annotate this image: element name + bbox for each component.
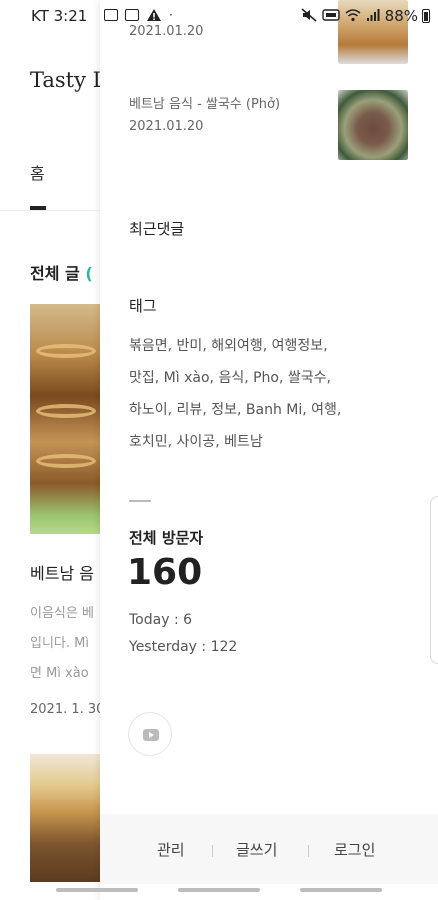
system-icons: [301, 8, 380, 22]
blog-title[interactable]: Tasty L: [30, 68, 107, 92]
tag-link[interactable]: 베트남: [224, 434, 263, 450]
tag-link[interactable]: Pho: [253, 370, 279, 386]
tag-link[interactable]: 하노이: [129, 402, 168, 418]
tag-link[interactable]: 여행: [311, 402, 337, 418]
battery-percentage: 88%: [384, 7, 418, 25]
manage-link[interactable]: 관리: [157, 839, 185, 860]
footer-separator: [212, 845, 213, 857]
youtube-button[interactable]: [128, 712, 172, 756]
section-count: (: [85, 264, 93, 283]
mute-icon: [301, 8, 317, 22]
tag-link[interactable]: Mì xào: [164, 370, 210, 386]
post-date: 2021. 1. 30: [30, 702, 105, 717]
dot-icon: ·: [169, 8, 173, 22]
tag-link[interactable]: 음식: [218, 370, 244, 386]
image-icon: [104, 9, 118, 21]
section-title: 전체 글 (: [30, 260, 93, 284]
tag-link[interactable]: 반미: [177, 338, 203, 354]
login-link[interactable]: 로그인: [334, 839, 375, 860]
status-bar: KT 3:21 · 88%: [0, 0, 438, 32]
post-thumbnail[interactable]: [30, 754, 102, 882]
section-divider: [129, 500, 151, 502]
edge-panel-handle[interactable]: [430, 496, 438, 664]
recent-comments-heading: 최근댓글: [129, 220, 185, 238]
footer-separator: [308, 845, 309, 857]
tag-link[interactable]: 여행정보: [272, 338, 324, 354]
tag-link[interactable]: 정보: [211, 402, 237, 418]
noodle-shape: [36, 454, 96, 468]
tag-link[interactable]: Banh Mi: [246, 402, 302, 418]
post-excerpt-line: 입니다. Mì: [30, 636, 89, 651]
gesture-bar-home[interactable]: [178, 888, 260, 892]
signal-icon: [367, 9, 380, 21]
recent-post-date: 2021.01.20: [129, 119, 204, 134]
warning-icon: [147, 9, 161, 21]
visitors-yesterday: Yesterday : 122: [129, 639, 238, 655]
noodle-shape: [36, 344, 96, 358]
tag-link[interactable]: 해외여행: [211, 338, 263, 354]
tag-link[interactable]: 볶음면: [129, 338, 168, 354]
volte-icon: [322, 9, 340, 21]
visitors-heading: 전체 방문자: [129, 529, 204, 547]
section-title-text: 전체 글: [30, 264, 80, 283]
visitors-today: Today : 6: [129, 612, 193, 628]
wifi-icon: [345, 9, 361, 22]
youtube-icon: [143, 729, 159, 741]
screenshot-icon: [125, 9, 139, 21]
screen: KT 3:21 · 88% Tasty L 홈 전체 글 (베트남 음 이음식…: [0, 0, 438, 900]
visitors-total: 160: [127, 552, 203, 593]
post-excerpt-line: 이음식은 베: [30, 606, 94, 621]
drawer-footer: 관리 글쓰기 로그인: [100, 814, 438, 884]
tag-link[interactable]: 맛집: [129, 370, 155, 386]
gesture-bar-left: [56, 888, 138, 892]
status-time: KT 3:21: [31, 7, 88, 25]
tags-heading: 태그: [129, 297, 157, 315]
recent-post-thumbnail[interactable]: [338, 90, 408, 160]
tag-link[interactable]: 리뷰: [177, 402, 203, 418]
post-excerpt-line: 면 Mì xào: [30, 666, 89, 681]
side-drawer: 2021.01.20 베트남 음식 - 쌀국수 (Phở) 2021.01.20…: [100, 0, 438, 900]
tag-link[interactable]: 사이공: [177, 434, 216, 450]
gesture-bar-right: [300, 888, 382, 892]
battery-icon: [422, 9, 430, 23]
noodle-shape: [36, 404, 96, 418]
tag-cloud: 볶음면, 반미, 해외여행, 여행정보, 맛집, Mì xào, 음식, Pho…: [129, 338, 342, 450]
write-link[interactable]: 글쓰기: [236, 839, 277, 860]
post-thumbnail[interactable]: [30, 304, 102, 534]
tag-link[interactable]: 쌀국수: [288, 370, 327, 386]
notification-icons: ·: [104, 8, 173, 22]
nav-home[interactable]: 홈: [30, 160, 45, 184]
tag-link[interactable]: 호치민: [129, 434, 168, 450]
recent-post-title[interactable]: 베트남 음식 - 쌀국수 (Phở): [129, 93, 280, 112]
post-title[interactable]: 베트남 음: [30, 560, 94, 584]
